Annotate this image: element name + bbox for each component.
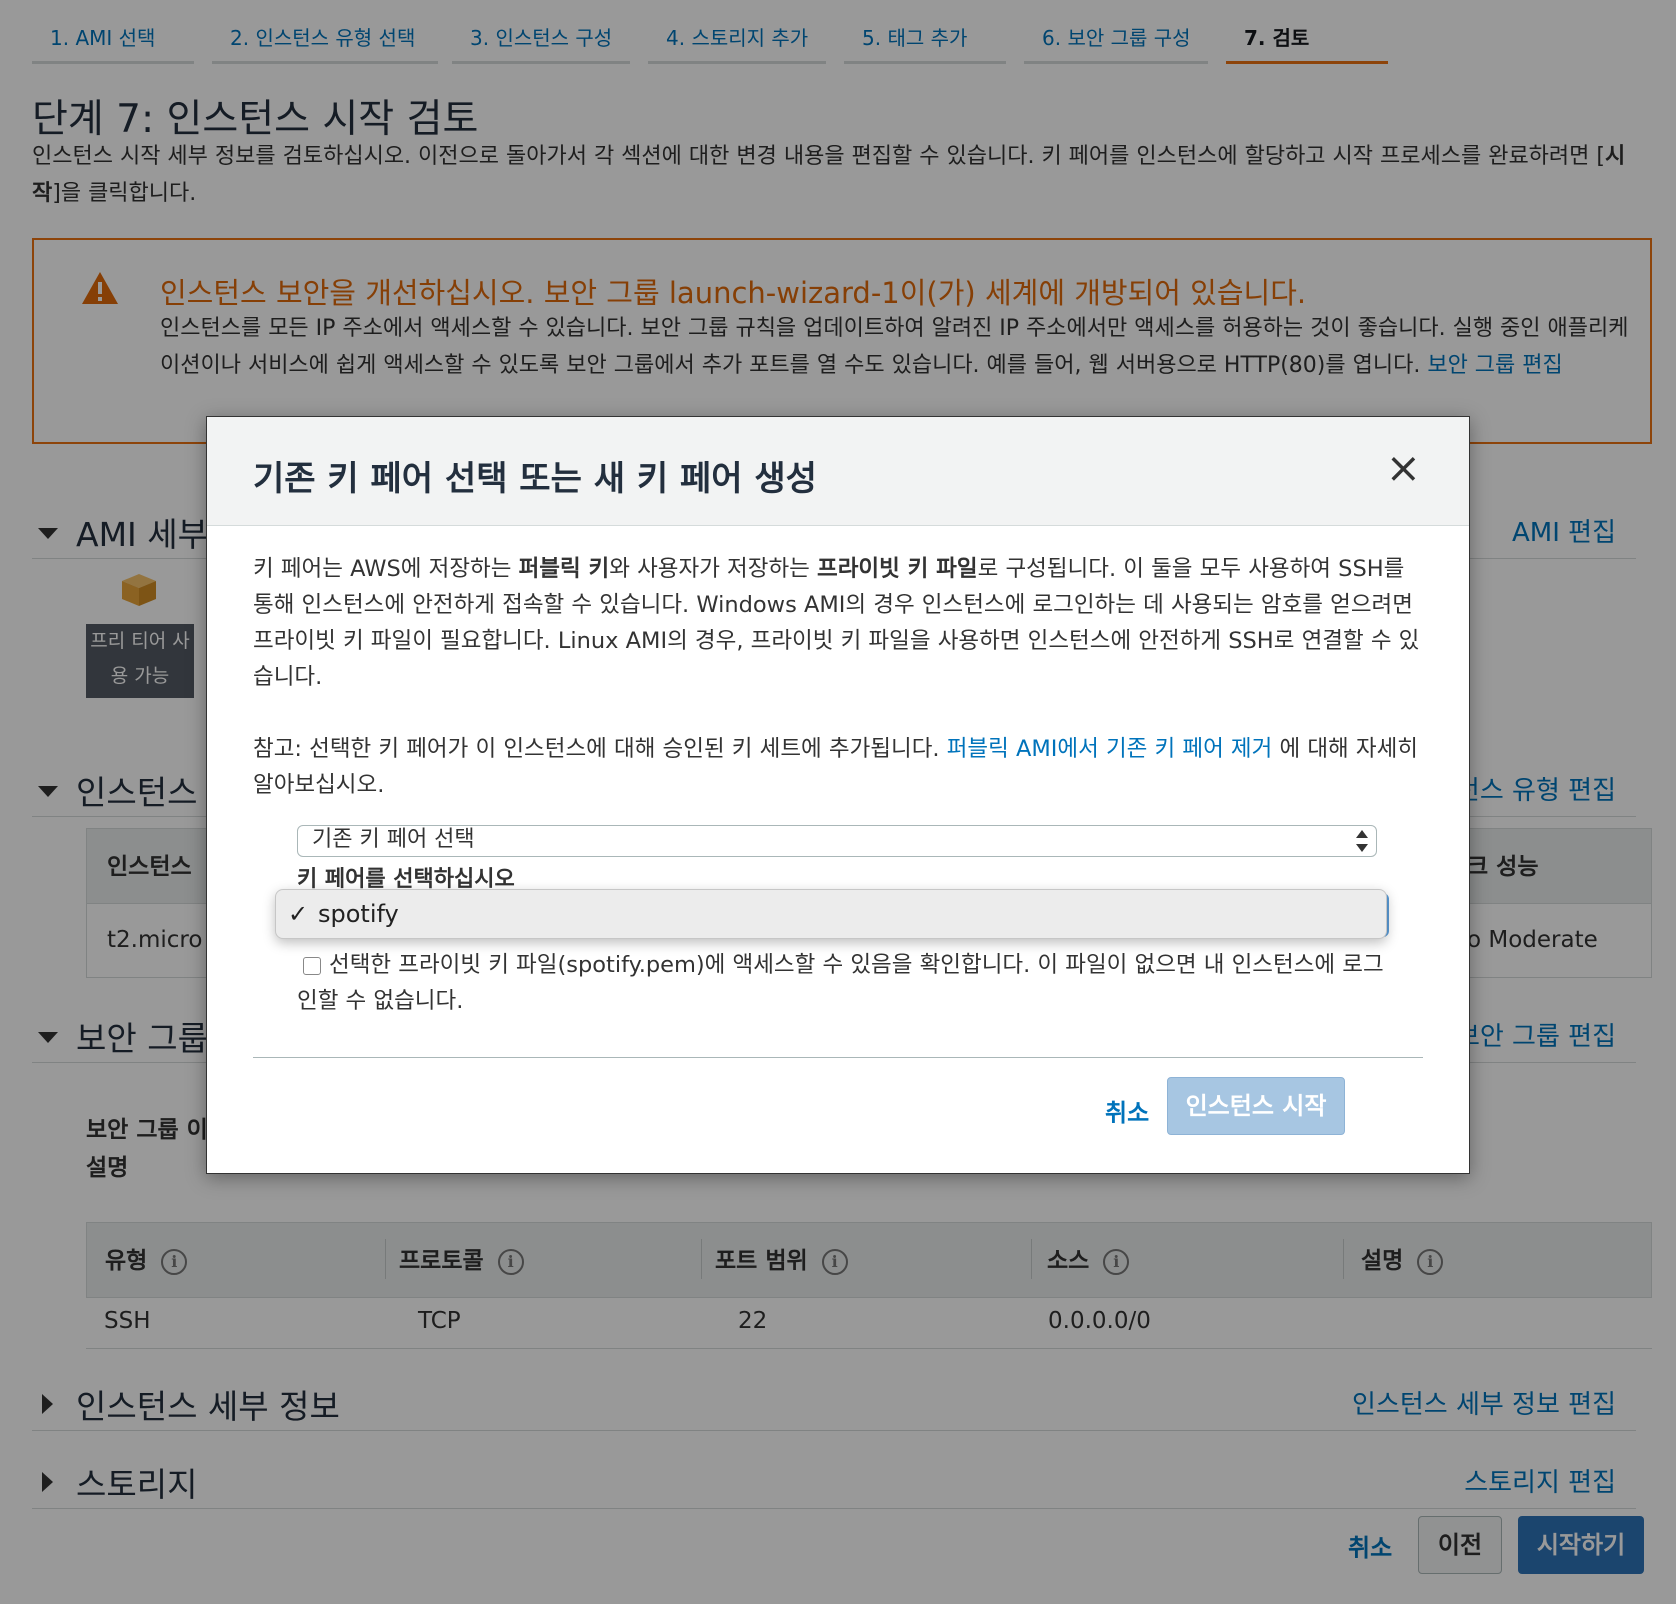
key-pair-modal: 기존 키 페어 선택 또는 새 키 페어 생성 × 키 페어는 AWS에 저장하… [206, 416, 1470, 1174]
close-icon[interactable]: × [1386, 447, 1421, 489]
key-pair-action-value: 기존 키 페어 선택 [312, 827, 475, 852]
modal-header: 기존 키 페어 선택 또는 새 키 페어 생성 × [207, 417, 1469, 526]
key-pair-dropdown-option[interactable]: ✓ spotify [275, 889, 1387, 939]
modal-note: 참고: 선택한 키 페어가 이 인스턴스에 대해 승인된 키 세트에 추가됩니다… [253, 731, 1423, 803]
select-arrows-icon [1356, 829, 1368, 853]
desc-text: 키 페어는 AWS에 저장하는 [253, 556, 519, 582]
modal-title: 기존 키 페어 선택 또는 새 키 페어 생성 [253, 459, 817, 499]
acknowledge-text: 선택한 프라이빗 키 파일(spotify.pem)에 액세스할 수 있음을 확… [297, 952, 1384, 1014]
key-pair-option-label: spotify [318, 900, 399, 928]
remove-key-pair-link[interactable]: 퍼블릭 AMI에서 기존 키 페어 제거 [947, 736, 1273, 762]
launch-instances-button[interactable]: 인스턴스 시작 [1167, 1077, 1345, 1135]
modal-description: 키 페어는 AWS에 저장하는 퍼블릭 키와 사용자가 저장하는 프라이빗 키 … [253, 551, 1423, 695]
key-pair-action-select[interactable]: 기존 키 페어 선택 [297, 825, 1377, 857]
modal-cancel-link[interactable]: 취소 [1105, 1093, 1149, 1128]
acknowledge-checkbox[interactable] [303, 957, 321, 975]
desc-bold-public-key: 퍼블릭 키 [518, 556, 610, 582]
modal-divider [253, 1057, 1423, 1058]
checkmark-icon: ✓ [288, 900, 309, 928]
note-text: 참고: 선택한 키 페어가 이 인스턴스에 대해 승인된 키 세트에 추가됩니다… [253, 736, 947, 762]
desc-text: 와 사용자가 저장하는 [609, 556, 818, 582]
desc-bold-private-key: 프라이빗 키 파일 [817, 556, 978, 582]
